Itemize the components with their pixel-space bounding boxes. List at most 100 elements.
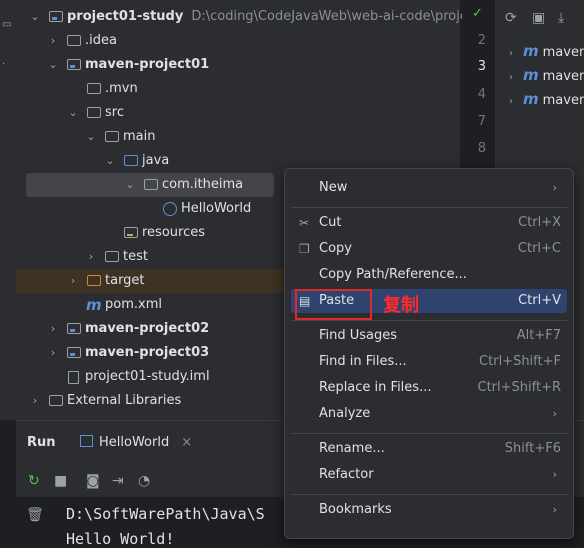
- tree-row-project-root[interactable]: ⌄ project01-study D:\coding\CodeJavaWeb\w…: [16, 5, 508, 29]
- chevron-down-icon[interactable]: ⌄: [29, 5, 41, 29]
- menu-item-label: New: [319, 180, 348, 195]
- menu-separator: [291, 494, 567, 495]
- line-number: 3: [477, 59, 486, 74]
- module-folder-icon: [49, 11, 63, 22]
- menu-item-label: Bookmarks: [319, 502, 392, 517]
- stop-icon[interactable]: ■: [54, 473, 67, 489]
- menu-item-copy-path[interactable]: Copy Path/Reference...: [291, 263, 567, 287]
- tree-label: pom.xml: [105, 297, 162, 312]
- left-tool-strip: ▭ ·: [0, 0, 17, 420]
- tree-label: .idea: [85, 33, 117, 48]
- add-folder-icon[interactable]: ▣: [532, 10, 545, 26]
- download-icon[interactable]: ⤓: [558, 10, 564, 26]
- run-panel-title: Run: [27, 435, 56, 450]
- tree-row-maven-project01[interactable]: ⌄ maven-project01: [16, 53, 460, 77]
- chevron-down-icon[interactable]: ⌄: [124, 173, 136, 197]
- file-icon: [68, 371, 79, 384]
- maven-project-item[interactable]: › m maven: [509, 90, 584, 108]
- annotation-highlight-box: [295, 289, 372, 320]
- tree-row-mvn[interactable]: .mvn: [16, 77, 460, 101]
- maven-item-label: maven: [542, 93, 584, 108]
- run-tab-helloworld[interactable]: HelloWorld ×: [80, 435, 192, 450]
- menu-item-shortcut: Ctrl+V: [518, 293, 561, 308]
- menu-item-label: Analyze: [319, 406, 371, 421]
- gauge-icon[interactable]: ◔: [138, 473, 150, 489]
- tree-label: com.itheima: [162, 177, 244, 192]
- tree-label: project01-study.iml: [85, 369, 210, 384]
- console-line: D:\SoftWarePath\Java\S: [66, 505, 265, 523]
- menu-item-shortcut: Ctrl+C: [517, 241, 561, 256]
- menu-item-rename[interactable]: Rename... Shift+F6: [291, 437, 567, 461]
- menu-separator: [291, 320, 567, 321]
- tree-label: .mvn: [105, 81, 138, 96]
- chevron-right-icon[interactable]: ›: [85, 245, 97, 269]
- close-icon[interactable]: ×: [181, 435, 192, 450]
- context-menu: New › ✂ Cut Ctrl+X ❐ Copy Ctrl+C Copy Pa…: [284, 168, 574, 539]
- menu-separator: [291, 207, 567, 208]
- scissors-icon: ✂: [299, 216, 310, 230]
- resources-folder-icon: [124, 227, 138, 238]
- package-icon: [144, 179, 158, 190]
- chevron-down-icon[interactable]: ⌄: [85, 125, 97, 149]
- tree-row-main[interactable]: ⌄ main: [16, 125, 460, 149]
- trash-icon[interactable]: 🗑: [26, 507, 44, 523]
- menu-item-label: Refactor: [319, 467, 374, 482]
- line-number: 8: [477, 141, 486, 156]
- tree-label: External Libraries: [67, 393, 182, 408]
- chevron-right-icon: ›: [509, 96, 513, 107]
- menu-item-copy[interactable]: ❐ Copy Ctrl+C: [291, 237, 567, 261]
- chevron-right-icon[interactable]: ›: [47, 29, 59, 53]
- menu-item-refactor[interactable]: Refactor ›: [291, 463, 567, 487]
- tree-label: main: [123, 129, 156, 144]
- maven-project-item[interactable]: › m maven: [509, 42, 584, 60]
- menu-item-label: Find in Files...: [319, 354, 407, 369]
- tree-row-com-itheima[interactable]: ⌄ com.itheima: [26, 173, 274, 197]
- source-folder-icon: [124, 155, 138, 166]
- menu-item-shortcut: Ctrl+Shift+F: [479, 354, 561, 369]
- chevron-down-icon[interactable]: ⌄: [104, 149, 116, 173]
- chevron-down-icon[interactable]: ⌄: [67, 101, 79, 125]
- rerun-icon[interactable]: ↻: [28, 473, 40, 489]
- tree-row-src[interactable]: ⌄ src: [16, 101, 460, 125]
- folder-icon: [87, 107, 101, 118]
- folder-icon[interactable]: ▭: [2, 20, 12, 30]
- tree-label: maven-project01: [85, 57, 210, 72]
- menu-item-replace-in-files[interactable]: Replace in Files... Ctrl+Shift+R: [291, 376, 567, 400]
- library-icon: [49, 395, 63, 406]
- module-folder-icon: [67, 323, 81, 334]
- tree-label: project01-study D:\coding\CodeJavaWeb\web…: [67, 9, 509, 24]
- maven-icon: m: [523, 66, 539, 84]
- tree-label: target: [105, 273, 145, 288]
- tree-label: HelloWorld: [181, 201, 252, 216]
- menu-item-shortcut: Ctrl+Shift+R: [477, 380, 562, 395]
- chevron-right-icon[interactable]: ›: [29, 389, 41, 413]
- module-folder-icon: [67, 347, 81, 358]
- tree-label: resources: [142, 225, 206, 240]
- module-folder-icon: [67, 59, 81, 70]
- menu-item-label: Copy Path/Reference...: [319, 267, 467, 282]
- menu-item-new[interactable]: New ›: [291, 176, 567, 200]
- exit-icon[interactable]: ⇥: [112, 473, 124, 489]
- checkmark-icon: ✓: [472, 6, 483, 21]
- chevron-right-icon[interactable]: ›: [47, 341, 59, 365]
- camera-icon[interactable]: ◙: [86, 473, 100, 489]
- menu-item-bookmarks[interactable]: Bookmarks ›: [291, 498, 567, 522]
- menu-item-label: Replace in Files...: [319, 380, 432, 395]
- tree-label: src: [105, 105, 124, 120]
- maven-project-item[interactable]: › m maven: [509, 66, 584, 84]
- chevron-right-icon[interactable]: ›: [67, 269, 79, 293]
- folder-icon: [67, 35, 81, 46]
- menu-item-label: Find Usages: [319, 328, 398, 343]
- maven-item-label: maven: [542, 69, 584, 84]
- chevron-right-icon[interactable]: ›: [47, 317, 59, 341]
- maven-item-label: maven: [542, 45, 584, 60]
- tree-row-idea[interactable]: › .idea: [16, 29, 460, 53]
- menu-item-analyze[interactable]: Analyze ›: [291, 402, 567, 426]
- menu-item-find-usages[interactable]: Find Usages Alt+F7: [291, 324, 567, 348]
- menu-item-cut[interactable]: ✂ Cut Ctrl+X: [291, 211, 567, 235]
- chevron-right-icon: ›: [509, 72, 513, 83]
- chevron-down-icon[interactable]: ⌄: [47, 53, 59, 77]
- menu-item-find-in-files[interactable]: Find in Files... Ctrl+Shift+F: [291, 350, 567, 374]
- refresh-icon[interactable]: ⟳: [505, 10, 517, 26]
- dot-icon[interactable]: ·: [2, 60, 12, 70]
